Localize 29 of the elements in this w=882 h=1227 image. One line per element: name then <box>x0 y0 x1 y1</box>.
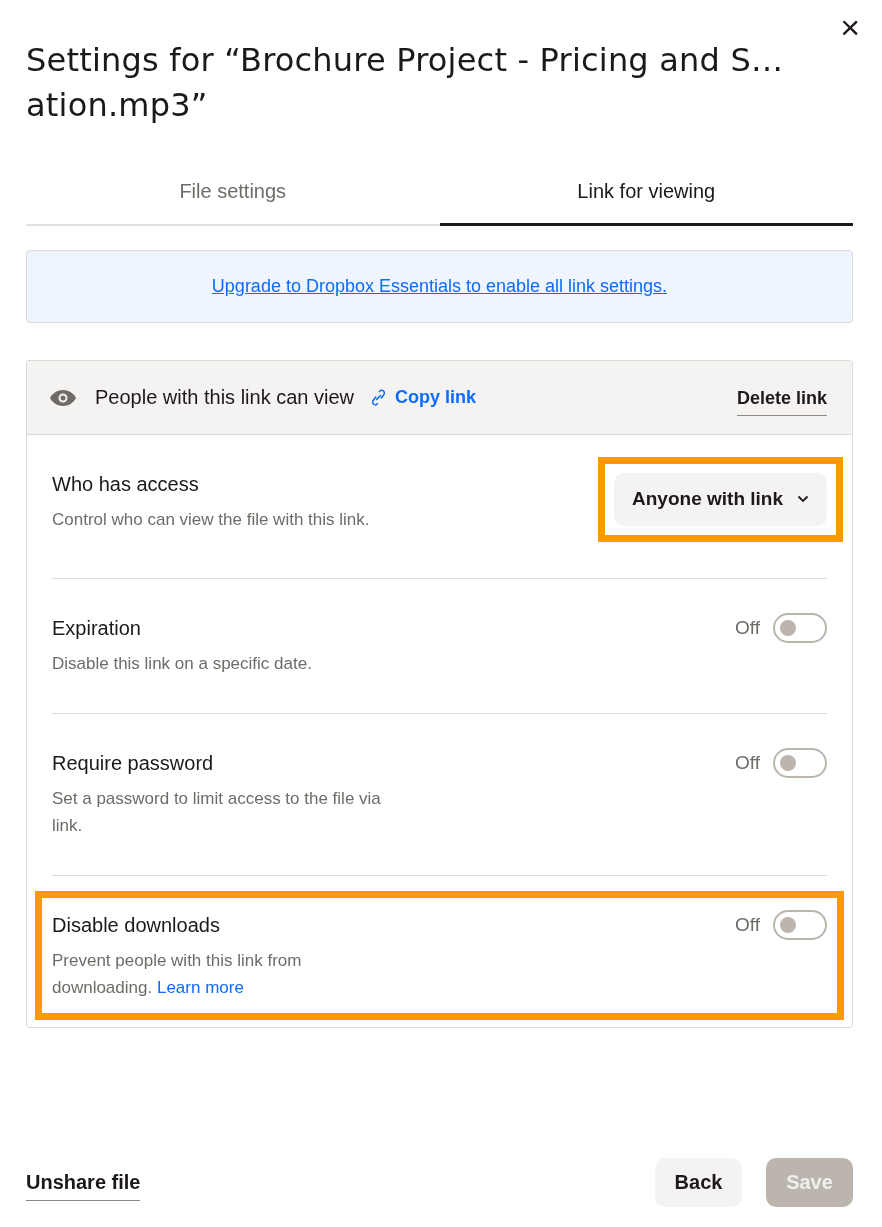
toggle-switch[interactable] <box>773 748 827 778</box>
chevron-down-icon <box>797 495 809 503</box>
setting-title: Disable downloads <box>52 914 221 937</box>
toggle-state-label: Off <box>735 914 760 936</box>
chain-link-icon <box>372 389 385 406</box>
tab[interactable]: Link for viewing <box>439 168 853 226</box>
close-button[interactable]: × <box>836 10 864 44</box>
setting-description: Control who can view the file with this link. <box>52 509 371 531</box>
copy-link[interactable]: Copy link <box>372 387 477 408</box>
setting-description: Prevent people with this link from downloading. Learn more <box>52 950 303 999</box>
toggle-switch[interactable] <box>773 910 827 940</box>
eye-icon <box>49 388 77 407</box>
tab[interactable]: File settings <box>26 168 440 226</box>
setting-title: Who has access <box>52 473 200 496</box>
unshare-file-link[interactable]: Unshare file <box>26 1170 141 1201</box>
setting-title: Require password <box>52 752 215 775</box>
delete-link[interactable]: Delete link <box>736 387 827 416</box>
dialog-title: Settings for “Brochure Project - Pricing and S… ation.mp3” <box>26 40 785 126</box>
learn-more-link[interactable]: Learn more <box>156 978 244 997</box>
toggle-state-label: Off <box>735 752 760 774</box>
setting-description: Disable this link on a specific date. <box>52 653 313 675</box>
upgrade-link[interactable]: Upgrade to Dropbox Essentials to enable all link settings. <box>211 276 668 297</box>
permission-text: People with this link can view <box>95 386 354 409</box>
access-dropdown[interactable]: Anyone with link <box>614 473 827 526</box>
toggle-switch[interactable] <box>773 613 827 643</box>
footer-button[interactable]: Back <box>655 1158 742 1207</box>
toggle-state-label: Off <box>735 617 760 639</box>
setting-title: Expiration <box>52 617 142 640</box>
setting-description: Set a password to limit access to the file via link. <box>52 788 382 837</box>
